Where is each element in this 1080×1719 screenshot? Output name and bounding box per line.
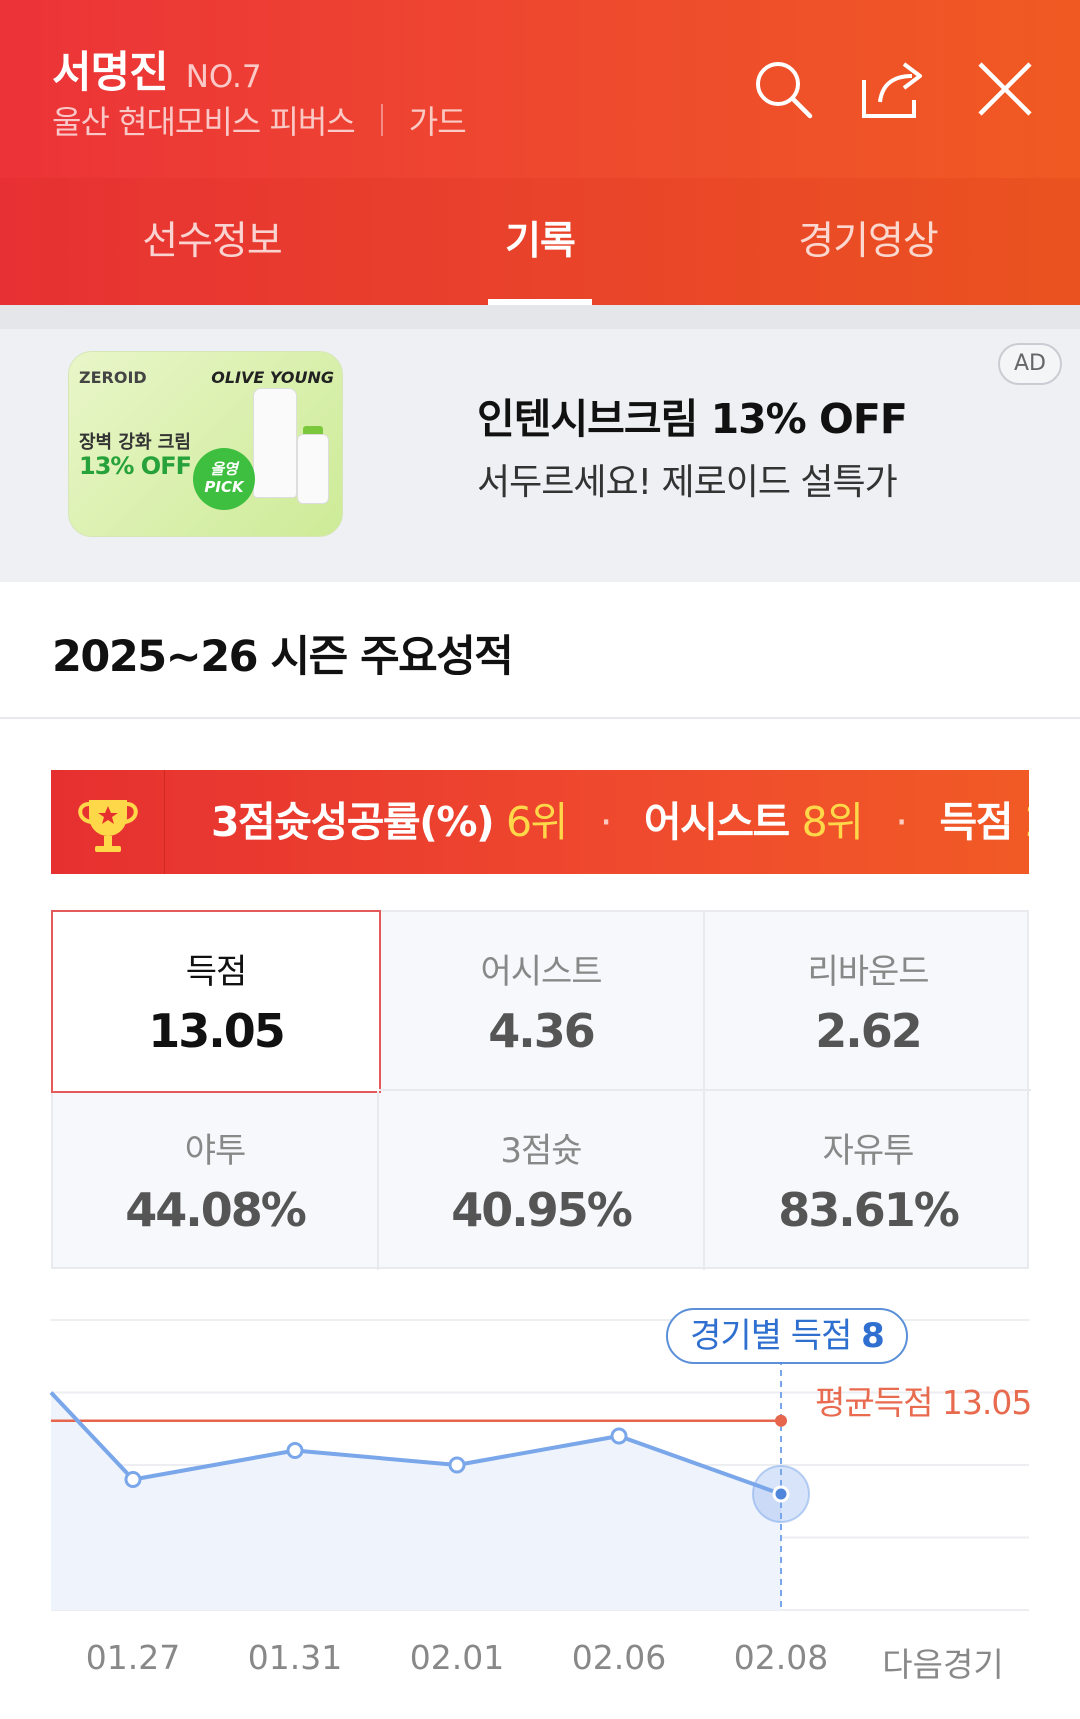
section-divider (0, 717, 1080, 719)
ad-store-logo: OLIVE YOUNG (211, 368, 334, 387)
ad-brand-logo: ZEROID (79, 368, 147, 387)
stat-value: 13.05 (148, 1004, 286, 1058)
stat-label: 3점슛 (500, 1131, 582, 1171)
ad-badge: AD (998, 343, 1062, 385)
player-team-position: 울산 현대모비스 피버스 가드 (52, 97, 467, 143)
rank-label: 득점 (939, 798, 1013, 846)
x-tick-label: 01.27 (85, 1638, 181, 1677)
share-icon[interactable] (858, 56, 924, 122)
rank-separator: · (599, 798, 613, 846)
stat-value: 2.62 (815, 1004, 923, 1058)
tooltip-value: 8 (861, 1316, 885, 1356)
cream-tube (253, 388, 297, 498)
data-point (448, 1456, 466, 1474)
points-chart[interactable]: 경기별 득점 8 평균득점 13.05 01.27 01.31 02.01 02.06… (0, 1290, 1080, 1719)
rank-label: 3점슛성공률(%) (211, 798, 495, 846)
points-line-chart (49, 1319, 1029, 1611)
player-name: 서명진 (52, 48, 169, 98)
stat-card-rebounds[interactable]: 리바운드 2.62 (705, 912, 1031, 1091)
trophy-icon (51, 770, 165, 874)
tab-player-info[interactable]: 선수정보 (52, 178, 372, 305)
tab-records[interactable]: 기록 (380, 178, 700, 305)
x-tick-label: 02.08 (733, 1638, 829, 1677)
data-point (610, 1427, 628, 1445)
player-header: 서명진 NO.7 울산 현대모비스 피버스 가드 선수정보 기록 경기영상 (0, 0, 1080, 305)
average-point (775, 1414, 787, 1427)
stat-label: 야투 (184, 1131, 247, 1171)
close-icon[interactable] (972, 56, 1038, 122)
ad-subline[interactable]: 서두르세요! 제로이드 설특가 (477, 453, 898, 505)
x-tick-label: 01.31 (247, 1638, 343, 1677)
stat-label: 자유투 (822, 1131, 915, 1171)
search-icon[interactable] (750, 56, 816, 122)
chart-tooltip: 경기별 득점 8 (666, 1308, 908, 1364)
stat-card-field-goal[interactable]: 야투 44.08% (53, 1091, 379, 1270)
rank-label: 어시스트 (643, 798, 790, 846)
team-name: 울산 현대모비스 피버스 (52, 103, 356, 141)
x-tick-label: 02.01 (409, 1638, 505, 1677)
data-point (286, 1442, 304, 1459)
ad-pick-badge: 올영 PICK (193, 448, 255, 510)
ad-top-spacer (0, 305, 1080, 329)
data-point (124, 1471, 142, 1488)
x-tick-label: 02.06 (571, 1638, 667, 1677)
stat-label: 득점 (185, 952, 248, 992)
divider (380, 104, 383, 136)
tab-game-videos[interactable]: 경기영상 (708, 178, 1028, 305)
stats-grid: 득점 13.05 어시스트 4.36 리바운드 2.62 야투 44.08% 3… (51, 910, 1031, 1270)
ranking-bar[interactable]: 3점슛성공률(%) 6위 · 어시스트 8위 · 득점 20 (51, 770, 1029, 874)
stat-label: 어시스트 (480, 952, 602, 992)
stat-label: 리바운드 (807, 952, 929, 992)
stat-value: 83.61% (778, 1183, 960, 1237)
lotion-bottle (297, 434, 329, 504)
ad-image-discount: 13% OFF (79, 452, 192, 480)
ad-product-image[interactable]: ZEROID OLIVE YOUNG 장벽 강화 크림 13% OFF 올영 P… (68, 351, 343, 537)
average-label: 평균득점 13.05 (815, 1383, 1032, 1422)
player-position: 가드 (408, 103, 467, 141)
next-game-label[interactable]: 다음경기 (882, 1638, 1003, 1686)
stat-card-assists[interactable]: 어시스트 4.36 (379, 912, 705, 1091)
stat-card-three-point[interactable]: 3점슛 40.95% (379, 1091, 705, 1270)
rank-value: 6위 (505, 798, 568, 846)
stat-value: 40.95% (451, 1183, 633, 1237)
stat-card-points[interactable]: 득점 13.05 (51, 910, 381, 1093)
stat-value: 4.36 (488, 1004, 596, 1058)
rank-separator: · (895, 798, 908, 846)
rank-value: 8위 (801, 798, 864, 846)
ranking-summary: 3점슛성공률(%) 6위 · 어시스트 8위 · 득점 20 (211, 770, 1029, 874)
stat-value: 44.08% (125, 1183, 307, 1237)
tooltip-label: 경기별 득점 (690, 1316, 852, 1356)
data-point (772, 1485, 790, 1503)
ad-headline[interactable]: 인텐시브크림 13% OFF (477, 385, 908, 445)
player-title: 서명진 NO.7 (52, 38, 262, 100)
section-title: 2025~26 시즌 주요성적 (52, 632, 514, 682)
player-number: NO.7 (185, 59, 262, 95)
stat-card-free-throw[interactable]: 자유투 83.61% (705, 1091, 1031, 1270)
rank-value: 20 (1025, 798, 1029, 846)
ad-image-tagline: 장벽 강화 크림 (79, 432, 191, 453)
ad-banner[interactable]: ZEROID OLIVE YOUNG 장벽 강화 크림 13% OFF 올영 P… (0, 305, 1080, 582)
series-area (51, 1392, 781, 1610)
tab-bar: 선수정보 기록 경기영상 (0, 178, 1080, 305)
